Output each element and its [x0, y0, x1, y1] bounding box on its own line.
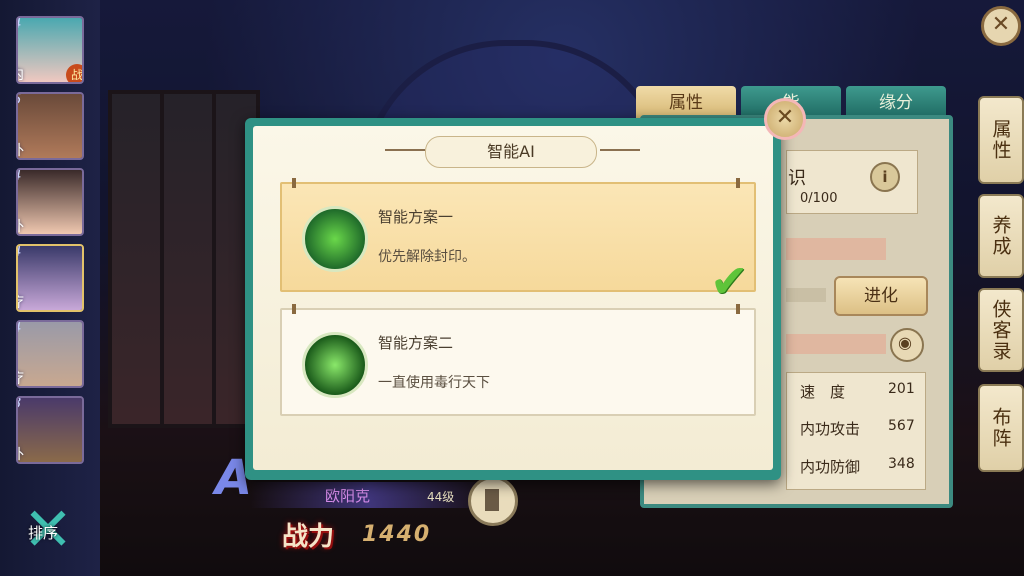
stat-name: 内功防御 — [800, 458, 861, 476]
hero-portrait[interactable]: 4 内 战 — [16, 16, 84, 84]
evolve-button[interactable]: 进化 — [834, 276, 928, 316]
hero-face-image — [18, 398, 82, 462]
hero-role: 疗 — [18, 292, 24, 310]
scroll-pin — [736, 178, 740, 188]
hero-name: 欧阳克 — [325, 487, 371, 505]
eye-icon[interactable] — [890, 328, 924, 362]
sort-label: 排序 — [28, 524, 59, 542]
stat-value: 567 — [888, 418, 915, 434]
hero-portrait[interactable]: 5 外 — [16, 92, 84, 160]
in-battle-badge: 战 — [66, 64, 82, 82]
stat-value: 201 — [888, 381, 915, 397]
stat-value: 348 — [888, 456, 915, 472]
hero-face-image — [18, 94, 82, 158]
hero-role: 外 — [18, 444, 24, 462]
ribbon-decoration — [786, 238, 886, 260]
hero-number: 3 — [18, 398, 22, 412]
hero-portrait[interactable]: 3 外 — [16, 396, 84, 464]
plan-option[interactable]: 智能方案二 一直使用毒行天下 — [280, 308, 756, 416]
menu-formation[interactable]: 布阵 — [978, 384, 1024, 472]
hero-role: 外 — [18, 216, 24, 234]
info-icon[interactable]: i — [870, 162, 900, 192]
plan-description: 一直使用毒行天下 — [378, 375, 490, 391]
plan-description: 优先解除封印。 — [378, 249, 476, 265]
hero-level: 44级 — [427, 490, 455, 504]
ribbon-decoration — [786, 334, 886, 354]
close-screen-button[interactable]: ✕ — [981, 6, 1021, 46]
hero-role: 内 — [18, 64, 24, 82]
menu-hero-records[interactable]: 侠客录 — [978, 288, 1024, 372]
hero-list: 4 内 战 5 外 4 外 4 疗 4 疗 3 外 ✕ 排序 — [0, 0, 100, 576]
hero-role: 疗 — [18, 368, 24, 386]
hero-portrait-selected[interactable]: 4 疗 — [16, 244, 84, 312]
hero-face-image — [18, 246, 82, 310]
scroll-pin — [736, 304, 740, 314]
knowledge-value: 0/100 — [800, 191, 838, 206]
hero-portrait[interactable]: 4 疗 — [16, 320, 84, 388]
tab-fate[interactable]: 缘分 — [846, 86, 946, 118]
stat-name: 速 度 — [800, 383, 846, 401]
sort-button[interactable]: ✕ 排序 — [20, 500, 76, 560]
scroll-pin — [292, 178, 296, 188]
hero-role: 外 — [18, 140, 24, 158]
progress-bar — [786, 288, 826, 302]
stat-name: 内功攻击 — [800, 420, 861, 438]
hero-face-image — [18, 322, 82, 386]
dialog-close-button[interactable]: ✕ — [764, 98, 806, 140]
hero-number: 4 — [18, 246, 22, 260]
hero-number: 4 — [18, 322, 22, 336]
plan-option-selected[interactable]: 智能方案一 优先解除封印。 — [280, 182, 756, 292]
plan-title: 智能方案二 — [378, 334, 454, 352]
selected-check-icon: ✔ — [710, 254, 749, 308]
knowledge-label: 识 — [788, 168, 806, 189]
hero-number: 4 — [18, 170, 22, 184]
dialog-body — [253, 126, 773, 470]
power-value: 1440 — [362, 522, 432, 547]
power-label: 战力 — [282, 522, 335, 552]
smart-ai-dialog — [245, 118, 781, 480]
dialog-title: 智能AI — [425, 136, 597, 168]
hero-face-image — [18, 170, 82, 234]
book-icon[interactable] — [468, 476, 518, 526]
plan-heal-icon — [302, 206, 368, 272]
hero-number: 5 — [18, 94, 22, 108]
menu-cultivate[interactable]: 养成 — [978, 194, 1024, 278]
scroll-pin — [292, 304, 296, 314]
title-line-left — [385, 149, 425, 151]
title-line-right — [600, 149, 640, 151]
hero-number: 4 — [18, 18, 22, 32]
plan-title: 智能方案一 — [378, 208, 454, 226]
hero-portrait[interactable]: 4 外 — [16, 168, 84, 236]
menu-attributes[interactable]: 属性 — [978, 96, 1024, 184]
tab-attributes[interactable]: 属性 — [636, 86, 736, 118]
plan-poison-skull-icon — [302, 332, 368, 398]
